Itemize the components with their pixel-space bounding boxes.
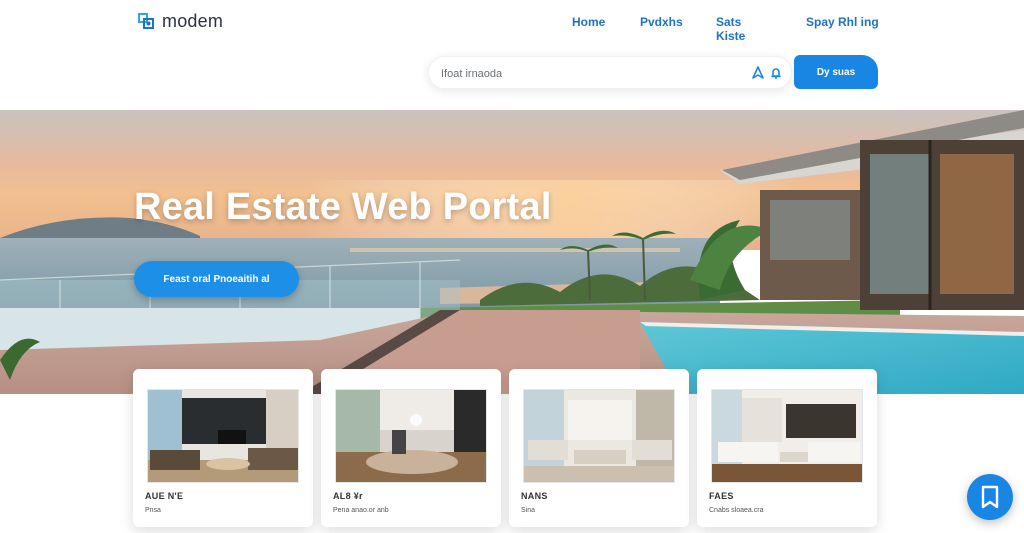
bookmark-icon: [981, 485, 999, 509]
hero-title: Real Estate Web Portal: [134, 186, 552, 228]
search-input[interactable]: [441, 57, 741, 90]
listing-photo: [711, 389, 863, 483]
search-button[interactable]: Dy suas: [794, 55, 878, 89]
listing-subtitle: Sina: [521, 507, 536, 514]
modem-logo-icon: [138, 13, 154, 29]
search-bar: [428, 56, 792, 90]
listing-title: NANS: [521, 491, 548, 501]
listing-subtitle: Pnsa: [145, 507, 161, 514]
listing-subtitle: Cnabs sloaea.cra: [709, 507, 764, 514]
listing-photo: [147, 389, 299, 483]
bell-icon[interactable]: [769, 66, 783, 80]
pin-icon[interactable]: [751, 66, 765, 80]
nav-item-home[interactable]: Home: [572, 15, 605, 29]
listing-card[interactable]: FAES Cnabs sloaea.cra: [697, 369, 877, 527]
listing-subtitle: Pena anao.or anb: [333, 507, 389, 514]
page: modem Home Pvdxhs Sats Kiste Spay Rhl in…: [0, 0, 1024, 533]
listing-title: FAES: [709, 491, 734, 501]
listing-cards: AUE N'E Pnsa AL8 ¥r Pena anao.or anb NAN…: [133, 369, 883, 533]
listing-title: AL8 ¥r: [333, 491, 363, 501]
listing-photo: [335, 389, 487, 483]
site-header: modem Home Pvdxhs Sats Kiste Spay Rhl in…: [0, 0, 1024, 110]
hero-banner: Real Estate Web Portal Feast oral Pnoeai…: [0, 110, 1024, 394]
hero-image: [0, 110, 1024, 394]
nav-item-2[interactable]: Pvdxhs: [640, 15, 683, 29]
nav-item-3[interactable]: Sats Kiste: [716, 15, 745, 43]
bookmark-button[interactable]: [967, 474, 1013, 520]
brand-name: modem: [162, 10, 224, 31]
listing-photo: [523, 389, 675, 483]
listing-card[interactable]: NANS Sina: [509, 369, 689, 527]
listing-title: AUE N'E: [145, 491, 184, 501]
nav-item-4[interactable]: Spay Rhl ing: [806, 15, 879, 29]
listing-card[interactable]: AUE N'E Pnsa: [133, 369, 313, 527]
brand-logo[interactable]: modem: [136, 10, 223, 32]
hero-cta-button[interactable]: Feast oral Pnoeaitih al: [134, 261, 299, 297]
listing-card[interactable]: AL8 ¥r Pena anao.or anb: [321, 369, 501, 527]
